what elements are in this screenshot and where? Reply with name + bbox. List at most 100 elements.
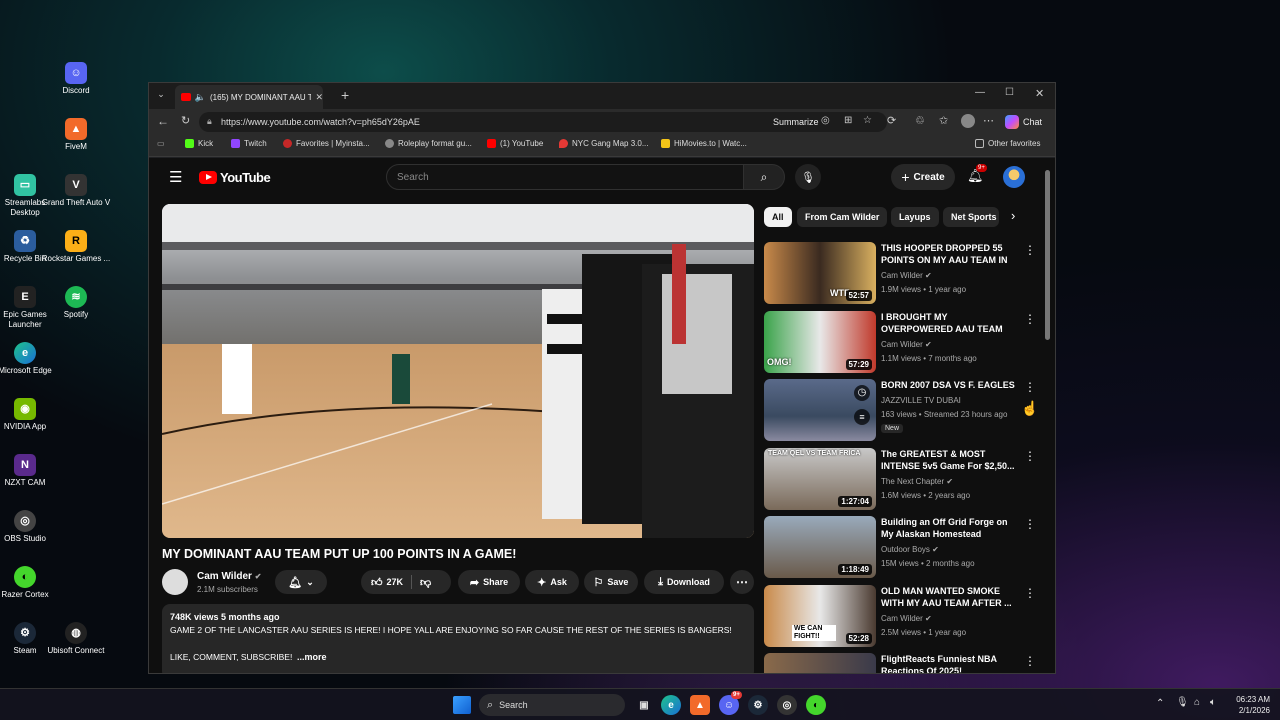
chip-layups[interactable]: Layups (891, 207, 939, 227)
windows-start-icon[interactable] (453, 696, 471, 714)
desktop-icon-spotify[interactable]: ≋ Spotify (40, 286, 112, 320)
list-item[interactable]: WE CAN FIGHT!! 52:28 OLD MAN WANTED SMOKE… (764, 585, 1036, 647)
video-thumbnail[interactable]: ◷ ≡ (764, 379, 876, 441)
network-icon[interactable]: ⌂ (1194, 697, 1200, 708)
new-tab-icon[interactable]: + (341, 87, 349, 103)
chip-net-sports[interactable]: Net Sports (943, 207, 999, 227)
fav-twitch[interactable]: Twitch (231, 139, 267, 148)
desktop-icon-edge[interactable]: e Microsoft Edge (0, 342, 61, 376)
thumbs-up-icon[interactable]: 👍︎ (371, 576, 383, 589)
task-view-icon[interactable]: ▣ (634, 695, 654, 715)
list-item[interactable]: ◷ ≡ BORN 2007 DSA VS F. EAGLES JAZZVILLE … (764, 379, 1036, 441)
address-field[interactable]: 🔒︎ https://www.youtube.com/watch?v=ph65d… (199, 112, 887, 132)
video-thumbnail[interactable]: TEAM QEL VS TEAM FRICA 1:27:04 (764, 448, 876, 510)
chip-all[interactable]: All (764, 207, 792, 227)
extensions-icon[interactable]: ⟳ (887, 114, 896, 127)
browser-tab-active[interactable]: 🔈 (165) MY DOMINANT AAU TE ✕ (175, 85, 323, 109)
more-vertical-icon[interactable]: ⋮ (1024, 518, 1036, 532)
obs-taskbar-icon[interactable]: ◎ (777, 695, 797, 715)
razer-taskbar-icon[interactable]: ◐ (806, 695, 826, 715)
video-thumbnail[interactable]: 1:18:49 (764, 516, 876, 578)
watch-later-icon[interactable]: ◷ (854, 385, 870, 401)
video-thumbnail[interactable]: OMG! 57:29 (764, 311, 876, 373)
desktop-icon-nvidia[interactable]: ◉ NVIDIA App (0, 398, 61, 432)
clock[interactable]: 06:23 AM 2/1/2026 (1226, 694, 1270, 716)
desktop-icon-razer[interactable]: ◐ Razer Cortex (0, 566, 61, 600)
channel-avatar[interactable] (162, 569, 188, 595)
fivem-taskbar-icon[interactable]: ▲ (690, 695, 710, 715)
search-button[interactable]: ⌕ (743, 164, 785, 190)
user-avatar[interactable] (1003, 166, 1025, 188)
close-window-icon[interactable]: ✕ (1035, 87, 1044, 100)
desktop-icon-nzxt[interactable]: N NZXT CAM (0, 454, 61, 488)
list-item[interactable]: 1:18:49 Building an Off Grid Forge on My… (764, 516, 1036, 578)
chevron-right-icon[interactable]: › (1011, 208, 1015, 223)
tab-list-icon[interactable]: ⌄ (153, 89, 169, 103)
video-thumbnail[interactable]: WE CAN FIGHT!! 52:28 (764, 585, 876, 647)
video-thumbnail[interactable]: WTF 52:57 (764, 242, 876, 304)
youtube-logo[interactable]: YouTube (199, 170, 271, 185)
copilot-chat-button[interactable]: Chat (1005, 113, 1042, 131)
menu-icon[interactable]: ☰ (169, 168, 182, 186)
maximize-icon[interactable]: ☐ (1005, 87, 1014, 98)
create-button[interactable]: + Create (891, 164, 955, 190)
desktop-icon-fivem[interactable]: ▲ FiveM (40, 118, 112, 152)
minimize-icon[interactable]: — (975, 87, 985, 98)
desktop-icon-gta[interactable]: V Grand Theft Auto V (40, 174, 112, 208)
scrollbar-thumb[interactable] (1045, 170, 1050, 340)
more-vertical-icon[interactable]: ⋮ (1024, 244, 1036, 258)
chevron-up-icon[interactable]: ⌃ (1156, 698, 1164, 709)
voice-search-button[interactable]: 🎙︎ (795, 164, 821, 190)
fav-nyc-gang-map[interactable]: NYC Gang Map 3.0... (559, 139, 648, 148)
profile-avatar[interactable] (961, 114, 975, 128)
download-button[interactable]: ⤓ Download (644, 570, 724, 594)
taskbar-search[interactable]: ⌕ Search (479, 694, 625, 716)
more-vertical-icon[interactable]: ⋮ (1024, 381, 1036, 395)
search-input[interactable]: Search (386, 164, 744, 190)
list-item[interactable]: WTF 52:57 THIS HOOPER DROPPED 55 POINTS O… (764, 242, 1036, 304)
video-player[interactable] (162, 204, 754, 538)
browser-essentials-icon[interactable]: ♲ (915, 114, 925, 127)
summarize-icon[interactable]: ◎ (821, 115, 830, 126)
more-vertical-icon[interactable]: ⋮ (1024, 313, 1036, 327)
list-item[interactable]: OMG! 57:29 I BROUGHT MY OVERPOWERED AAU T… (764, 311, 1036, 373)
fav-kick[interactable]: Kick (185, 139, 213, 148)
tab-actions-icon[interactable]: ▭ (157, 139, 165, 148)
summarize-button[interactable]: Summarize (773, 117, 819, 127)
list-item[interactable]: TEAM QEL VS TEAM FRICA 1:27:04 The GREATE… (764, 448, 1036, 510)
discord-taskbar-icon[interactable]: ☺ 9+ (719, 691, 742, 715)
speaker-icon[interactable]: 🔈 (195, 92, 206, 103)
volume-icon[interactable]: 🔈︎ (1210, 697, 1216, 708)
subscribed-button[interactable]: 🔔︎ ⌄ (275, 570, 327, 594)
save-button[interactable]: ⚐ Save (584, 570, 638, 594)
list-item[interactable]: FlightReacts Funniest NBA Reactions Of 2… (764, 653, 1034, 673)
show-more-link[interactable]: ...more (297, 652, 327, 662)
tab-close-icon[interactable]: ✕ (315, 92, 323, 103)
steam-taskbar-icon[interactable]: ⚙ (748, 695, 768, 715)
thumbs-down-icon[interactable]: 👎︎ (420, 576, 431, 589)
url-text[interactable]: https://www.youtube.com/watch?v=ph65dY26… (221, 117, 420, 127)
description-box[interactable]: 748K views 5 months ago GAME 2 OF THE LA… (162, 604, 754, 673)
favorite-star-icon[interactable]: ☆ (863, 115, 872, 126)
add-to-queue-icon[interactable]: ≡ (854, 409, 870, 425)
ask-button[interactable]: ✦ Ask (525, 570, 579, 594)
fav-himovies[interactable]: HiMovies.to | Watc... (661, 139, 747, 148)
more-vertical-icon[interactable]: ⋮ (1024, 450, 1036, 464)
desktop-icon-discord[interactable]: ☺ Discord (40, 62, 112, 96)
fav-youtube[interactable]: (1) YouTube (487, 139, 543, 148)
notifications-button[interactable]: 🔔︎ 9+ (967, 164, 987, 184)
chip-from-cam-wilder[interactable]: From Cam Wilder (797, 207, 888, 227)
more-vertical-icon[interactable]: ⋮ (1024, 655, 1034, 669)
microphone-icon[interactable]: 🎙︎ (1176, 697, 1189, 708)
fav-myinsta[interactable]: Favorites | Myinsta... (283, 139, 370, 148)
split-screen-icon[interactable]: ⊞ (844, 115, 852, 126)
like-count[interactable]: 27K (387, 577, 404, 587)
desktop-icon-obs[interactable]: ◎ OBS Studio (0, 510, 61, 544)
favorites-icon[interactable]: ✩ (939, 114, 948, 127)
back-icon[interactable]: ← (157, 114, 169, 128)
channel-name[interactable]: Cam Wilder ✔ (197, 571, 261, 582)
more-vertical-icon[interactable]: ⋮ (1024, 587, 1036, 601)
edge-taskbar-icon[interactable]: e (661, 695, 681, 715)
fav-other-favorites[interactable]: Other favorites (975, 139, 1040, 148)
more-options-icon[interactable]: ⋯ (983, 114, 994, 127)
